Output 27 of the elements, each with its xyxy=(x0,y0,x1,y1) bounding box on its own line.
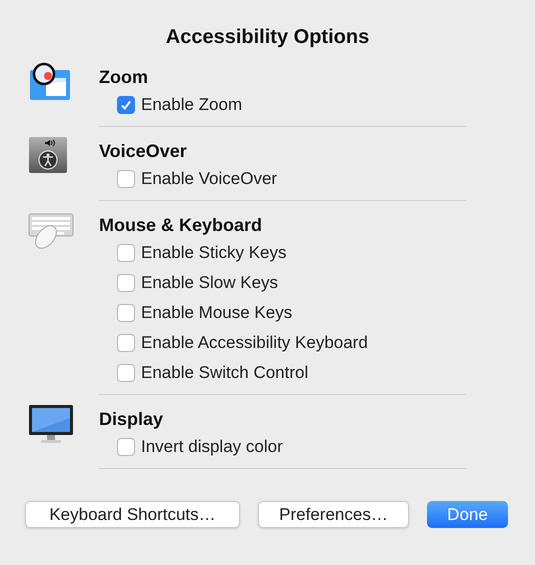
dialog-button[interactable]: Keyboard Shortcuts… xyxy=(25,501,240,528)
checkbox[interactable] xyxy=(117,96,135,114)
checkbox-label[interactable]: Invert display color xyxy=(141,434,283,460)
section-heading: Mouse & Keyboard xyxy=(99,214,264,236)
accessibility-speaker-icon xyxy=(28,136,68,174)
checkbox-label[interactable]: Enable Mouse Keys xyxy=(141,300,292,326)
checkbox-label[interactable]: Enable Sticky Keys xyxy=(141,240,287,266)
checkmark-icon xyxy=(120,99,132,111)
checkbox-label[interactable]: Enable Switch Control xyxy=(141,360,308,386)
window-title: Accessibility Options xyxy=(166,25,370,50)
checkbox[interactable] xyxy=(117,304,135,322)
checkbox[interactable] xyxy=(117,244,135,262)
checkbox[interactable] xyxy=(117,274,135,292)
dialog-button[interactable]: Preferences… xyxy=(258,501,409,528)
checkbox-label[interactable]: Enable Zoom xyxy=(141,92,242,118)
checkbox[interactable] xyxy=(117,170,135,188)
checkbox[interactable] xyxy=(117,364,135,382)
checkbox-label[interactable]: Enable Slow Keys xyxy=(141,270,278,296)
section-heading: Display xyxy=(99,408,164,430)
monitor-icon xyxy=(28,404,74,444)
checkbox[interactable] xyxy=(117,438,135,456)
section-heading: VoiceOver xyxy=(99,140,188,162)
section-heading: Zoom xyxy=(99,66,149,88)
checkbox-label[interactable]: Enable VoiceOver xyxy=(141,166,278,192)
checkbox-label[interactable]: Enable Accessibility Keyboard xyxy=(141,330,368,356)
checkbox[interactable] xyxy=(117,334,135,352)
magnifier-window-icon xyxy=(28,62,72,102)
